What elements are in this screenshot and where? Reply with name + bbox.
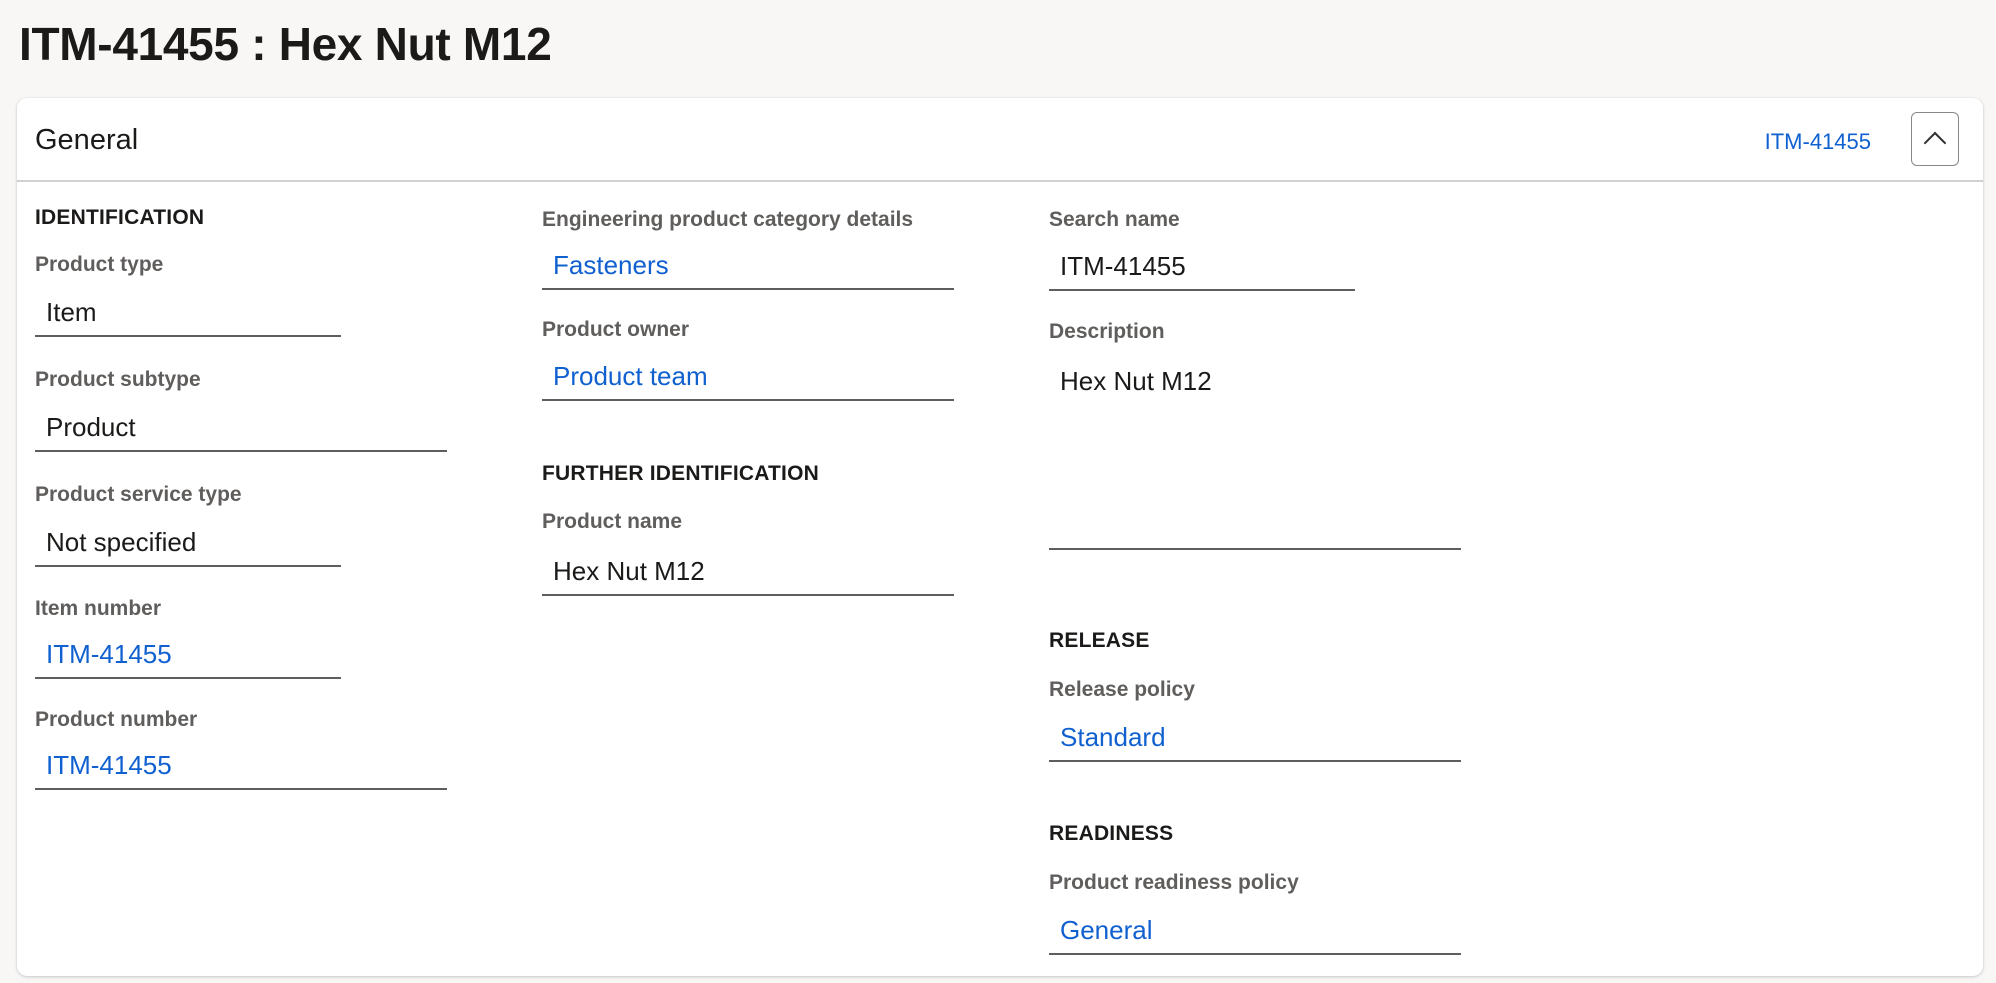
product-readiness-policy-link[interactable]: General	[1049, 909, 1461, 955]
general-summary: ITM-41455	[1764, 129, 1871, 154]
product-readiness-policy-label: Product readiness policy	[1049, 871, 1299, 894]
product-owner-link[interactable]: Product team	[542, 355, 954, 401]
product-service-type-field[interactable]: Not specified	[35, 521, 341, 567]
product-owner-label: Product owner	[542, 318, 690, 341]
general-title: General	[35, 124, 139, 156]
readiness-heading: READINESS	[1049, 822, 1174, 845]
identification-heading: IDENTIFICATION	[35, 206, 205, 229]
further-identification-heading: FURTHER IDENTIFICATION	[542, 462, 819, 485]
product-type-field[interactable]: Item	[35, 291, 341, 337]
product-subtype-field[interactable]: Product	[35, 406, 447, 452]
product-type-label: Product type	[35, 253, 164, 276]
product-subtype-label: Product subtype	[35, 368, 201, 391]
product-number-label: Product number	[35, 708, 198, 731]
item-number-label: Item number	[35, 597, 162, 620]
release-policy-label: Release policy	[1049, 678, 1195, 701]
chevron-up-icon	[1923, 131, 1947, 155]
release-heading: RELEASE	[1049, 629, 1150, 652]
product-number-link[interactable]: ITM-41455	[35, 744, 447, 790]
product-name-label: Product name	[542, 510, 683, 533]
description-label: Description	[1049, 320, 1165, 343]
engineering-category-link[interactable]: Fasteners	[542, 244, 954, 290]
release-policy-link[interactable]: Standard	[1049, 716, 1461, 762]
description-field[interactable]: Hex Nut M12	[1049, 354, 1461, 550]
engineering-category-label: Engineering product category details	[542, 208, 914, 231]
item-number-link[interactable]: ITM-41455	[35, 633, 341, 679]
general-header[interactable]: General ITM-41455	[17, 98, 1983, 182]
general-fasttab: General ITM-41455 IDENTIFICATION Product…	[17, 98, 1983, 976]
search-name-field[interactable]: ITM-41455	[1049, 245, 1355, 291]
collapse-button[interactable]	[1911, 112, 1959, 166]
product-service-type-label: Product service type	[35, 483, 242, 506]
product-name-field[interactable]: Hex Nut M12	[542, 550, 954, 596]
search-name-label: Search name	[1049, 208, 1180, 231]
page-title: ITM-41455 : Hex Nut M12	[19, 18, 552, 70]
